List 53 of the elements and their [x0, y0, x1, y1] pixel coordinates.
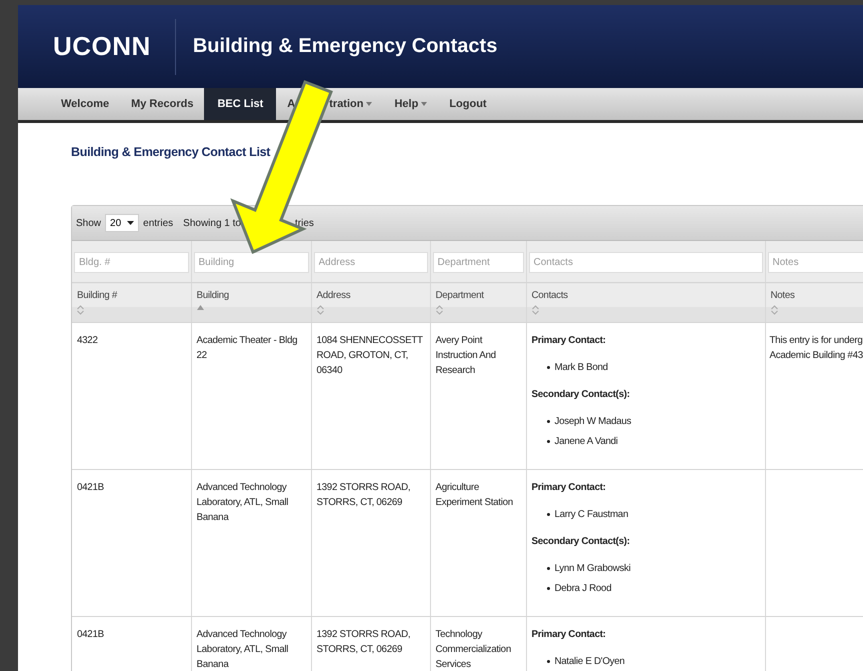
- contact-heading: Secondary Contact(s):: [532, 535, 631, 549]
- contact-name: Natalie E D'Oyen: [554, 655, 625, 669]
- filter-field[interactable]: Bldg. #: [74, 252, 188, 273]
- table-cell: 0421B: [77, 629, 104, 640]
- contact-heading: Primary Contact:: [532, 334, 607, 348]
- contact-heading: Primary Contact:: [532, 481, 607, 495]
- show-label: Show: [76, 218, 102, 228]
- table-cell: Advanced Technology Laboratory, ATL, Small Banana: [196, 482, 288, 523]
- table-cell: 1392 STORRS ROAD, STORRS, CT, 06269: [316, 482, 410, 508]
- filter-field[interactable]: Contacts: [528, 252, 762, 273]
- nav-item[interactable]: Help: [383, 88, 438, 120]
- nav-item[interactable]: Welcome: [50, 88, 120, 120]
- filter-field[interactable]: Building: [194, 252, 308, 273]
- sort-icon[interactable]: [770, 305, 778, 315]
- sort-ascending-icon[interactable]: [196, 305, 204, 310]
- table-cell: 4322: [77, 335, 98, 346]
- table-cell: Technology Commercialization Services: [436, 629, 511, 670]
- sort-icon[interactable]: [532, 305, 538, 315]
- filter-field[interactable]: Address: [314, 252, 428, 273]
- page-size-select[interactable]: 20: [105, 214, 140, 232]
- sort-icon[interactable]: [77, 305, 84, 315]
- table-info: tries: [294, 218, 314, 228]
- contact-name: Debra J Rood: [554, 582, 612, 596]
- caret-icon: [127, 221, 134, 225]
- table-info: Showing 1 to: [183, 218, 241, 228]
- contact-name: Lynn M Grabowski: [554, 562, 630, 576]
- logo: UCONN: [53, 31, 151, 62]
- table-cell: 0421B: [77, 482, 104, 493]
- notes-text: This entry is for underg: [770, 334, 863, 348]
- table-cell: Agriculture Experiment Station: [436, 482, 513, 508]
- contact-name: Larry C Faustman: [554, 508, 628, 522]
- app-title: Building & Emergency Contacts: [192, 35, 498, 58]
- nav-item[interactable]: A tration: [276, 88, 384, 120]
- contact-name: Joseph W Madaus: [554, 415, 632, 429]
- table-cell: 1084 SHENNECOSSETT ROAD, GROTON, CT, 06340: [316, 335, 423, 376]
- filter-field[interactable]: Notes: [768, 252, 863, 273]
- contact-name: Janene A Vandi: [554, 435, 618, 449]
- notes-text: Academic Building #43: [770, 349, 863, 363]
- nav-item[interactable]: My Records: [120, 88, 204, 120]
- table-cell: 1392 STORRS ROAD, STORRS, CT, 06269: [316, 629, 410, 655]
- entries-label: entries: [143, 218, 174, 228]
- contact-heading: Secondary Contact(s):: [532, 388, 631, 402]
- sort-icon[interactable]: [436, 305, 442, 315]
- table-cell: Avery Point Instruction And Research: [436, 335, 496, 376]
- filter-field[interactable]: Department: [432, 252, 524, 273]
- sort-icon[interactable]: [316, 305, 324, 315]
- nav-item[interactable]: BEC List: [204, 88, 276, 120]
- nav-item[interactable]: Logout: [438, 88, 498, 120]
- contact-heading: Primary Contact:: [532, 628, 607, 642]
- contact-name: Mark B Bond: [554, 361, 608, 375]
- page-title: Building & Emergency Contact List: [71, 145, 272, 159]
- table-cell: Advanced Technology Laboratory, ATL, Small Banana: [196, 629, 288, 670]
- table-cell: Academic Theater - Bldg 22: [196, 335, 298, 361]
